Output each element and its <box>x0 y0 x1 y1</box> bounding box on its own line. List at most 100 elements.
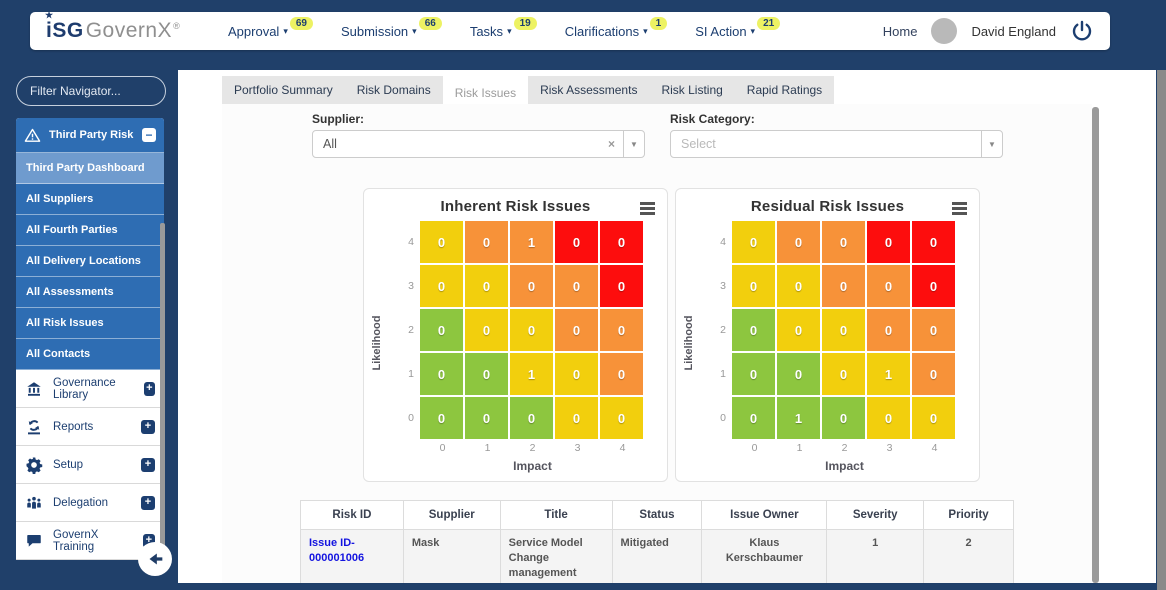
heatmap-cell[interactable]: 0 <box>732 353 775 395</box>
heatmap-cell[interactable]: 1 <box>867 353 910 395</box>
heatmap-cell[interactable]: 0 <box>600 265 643 307</box>
sidebar-item-all-delivery-locations[interactable]: All Delivery Locations <box>16 246 164 277</box>
app-logo: ★iSG GovernX ® <box>46 19 214 43</box>
sidebar-item-setup[interactable]: Setup+ <box>16 446 164 484</box>
heatmap-cell[interactable]: 0 <box>867 309 910 351</box>
heatmap-cell[interactable]: 0 <box>465 221 508 263</box>
clear-icon[interactable]: × <box>600 137 623 151</box>
table-cell: 2 <box>924 530 1014 584</box>
dropdown-arrow-icon[interactable]: ▼ <box>981 131 1002 157</box>
heatmap-cell[interactable]: 0 <box>555 309 598 351</box>
heatmap-cell[interactable]: 0 <box>822 265 865 307</box>
sidebar-item-third-party-dashboard[interactable]: Third Party Dashboard <box>16 153 164 184</box>
heatmap-cell[interactable]: 0 <box>600 221 643 263</box>
supplier-select[interactable]: All × ▼ <box>312 130 645 158</box>
heatmap-cell[interactable]: 1 <box>510 353 553 395</box>
heatmap-cell[interactable]: 0 <box>867 221 910 263</box>
heatmap-cell[interactable]: 0 <box>777 309 820 351</box>
heatmap-cell[interactable]: 0 <box>465 309 508 351</box>
heatmap-cell[interactable]: 0 <box>555 221 598 263</box>
menu-si-action[interactable]: SI Action▾21 <box>695 24 780 39</box>
sidebar-item-all-fourth-parties[interactable]: All Fourth Parties <box>16 215 164 246</box>
sidebar-item-governance-library[interactable]: Governance Library+ <box>16 370 164 408</box>
heatmap-cell[interactable]: 0 <box>732 221 775 263</box>
heatmap-cell[interactable]: 0 <box>465 353 508 395</box>
sidebar-item-third-party-risk[interactable]: Third Party Risk − <box>16 118 164 153</box>
risk-category-select[interactable]: Select ▼ <box>670 130 1003 158</box>
sidebar-item-reports[interactable]: Reports+ <box>16 408 164 446</box>
heatmap-cell[interactable]: 0 <box>777 353 820 395</box>
tab-portfolio-summary[interactable]: Portfolio Summary <box>222 76 345 104</box>
heatmap-cell[interactable]: 0 <box>420 265 463 307</box>
heatmap-cell[interactable]: 0 <box>600 309 643 351</box>
heatmap-cell[interactable]: 0 <box>777 265 820 307</box>
heatmap-cell[interactable]: 0 <box>732 397 775 439</box>
sidebar-item-delegation[interactable]: Delegation+ <box>16 484 164 522</box>
inherent-risk-chart: Inherent Risk Issues Likelihood 40010030… <box>363 188 668 482</box>
sidebar-scrollbar[interactable] <box>160 223 165 560</box>
heatmap-cell[interactable]: 1 <box>777 397 820 439</box>
sidebar-collapse-button[interactable] <box>138 542 172 576</box>
heatmap-cell[interactable]: 0 <box>600 397 643 439</box>
heatmap-cell[interactable]: 0 <box>732 309 775 351</box>
risk-id-link[interactable]: Issue ID-000001006 <box>301 530 404 584</box>
risk-category-label: Risk Category: <box>670 112 755 126</box>
dropdown-arrow-icon[interactable]: ▼ <box>623 131 644 157</box>
filter-navigator-input[interactable] <box>16 76 166 106</box>
chart-hamburger-icon[interactable] <box>640 202 655 217</box>
sidebar-item-all-risk-issues[interactable]: All Risk Issues <box>16 308 164 339</box>
heatmap-cell[interactable]: 0 <box>822 309 865 351</box>
heatmap-cell[interactable]: 0 <box>420 353 463 395</box>
heatmap-cell[interactable]: 0 <box>822 221 865 263</box>
reports-icon <box>25 418 43 436</box>
heatmap-cell[interactable]: 0 <box>867 397 910 439</box>
heatmap-cell[interactable]: 1 <box>510 221 553 263</box>
heatmap-cell[interactable]: 0 <box>912 353 955 395</box>
home-link[interactable]: Home <box>883 24 918 39</box>
heatmap-cell[interactable]: 0 <box>912 397 955 439</box>
expand-plus-icon[interactable]: + <box>144 382 155 396</box>
tab-risk-domains[interactable]: Risk Domains <box>345 76 443 104</box>
heatmap-cell[interactable]: 0 <box>510 397 553 439</box>
expand-plus-icon[interactable]: + <box>141 496 155 510</box>
chart-hamburger-icon[interactable] <box>952 202 967 217</box>
expand-plus-icon[interactable]: + <box>141 458 155 472</box>
heatmap-cell[interactable]: 0 <box>420 397 463 439</box>
heatmap-cell[interactable]: 0 <box>510 309 553 351</box>
panel-scrollbar[interactable] <box>1092 107 1099 583</box>
page-scrollbar[interactable] <box>1157 70 1166 590</box>
tab-risk-listing[interactable]: Risk Listing <box>649 76 734 104</box>
heatmap-cell[interactable]: 0 <box>420 221 463 263</box>
heatmap-cell[interactable]: 0 <box>822 397 865 439</box>
heatmap-cell[interactable]: 0 <box>555 353 598 395</box>
heatmap-row: 100100 <box>398 353 645 395</box>
heatmap-cell[interactable]: 0 <box>777 221 820 263</box>
heatmap-cell[interactable]: 0 <box>912 221 955 263</box>
heatmap-cell[interactable]: 0 <box>822 353 865 395</box>
heatmap-cell[interactable]: 0 <box>732 265 775 307</box>
heatmap-cell[interactable]: 0 <box>555 397 598 439</box>
menu-clarifications[interactable]: Clarifications▾1 <box>565 24 668 39</box>
menu-approval[interactable]: Approval▾69 <box>228 24 313 39</box>
heatmap-cell[interactable]: 0 <box>867 265 910 307</box>
heatmap-cell[interactable]: 0 <box>465 397 508 439</box>
sidebar-item-all-contacts[interactable]: All Contacts <box>16 339 164 370</box>
menu-tasks[interactable]: Tasks▾19 <box>470 24 537 39</box>
heatmap-cell[interactable]: 0 <box>912 309 955 351</box>
tab-rapid-ratings[interactable]: Rapid Ratings <box>735 76 834 104</box>
avatar[interactable] <box>931 18 957 44</box>
heatmap-cell[interactable]: 0 <box>510 265 553 307</box>
sidebar-item-all-assessments[interactable]: All Assessments <box>16 277 164 308</box>
sidebar-item-all-suppliers[interactable]: All Suppliers <box>16 184 164 215</box>
tab-risk-assessments[interactable]: Risk Assessments <box>528 76 649 104</box>
risk-issues-table: Risk IDSupplierTitleStatusIssue OwnerSev… <box>300 500 1014 583</box>
logout-power-icon[interactable] <box>1070 19 1094 43</box>
heatmap-cell[interactable]: 0 <box>420 309 463 351</box>
heatmap-cell[interactable]: 0 <box>912 265 955 307</box>
menu-submission[interactable]: Submission▾66 <box>341 24 442 39</box>
heatmap-cell[interactable]: 0 <box>600 353 643 395</box>
collapse-minus-icon[interactable]: − <box>142 128 156 142</box>
heatmap-cell[interactable]: 0 <box>465 265 508 307</box>
heatmap-cell[interactable]: 0 <box>555 265 598 307</box>
expand-plus-icon[interactable]: + <box>141 420 155 434</box>
